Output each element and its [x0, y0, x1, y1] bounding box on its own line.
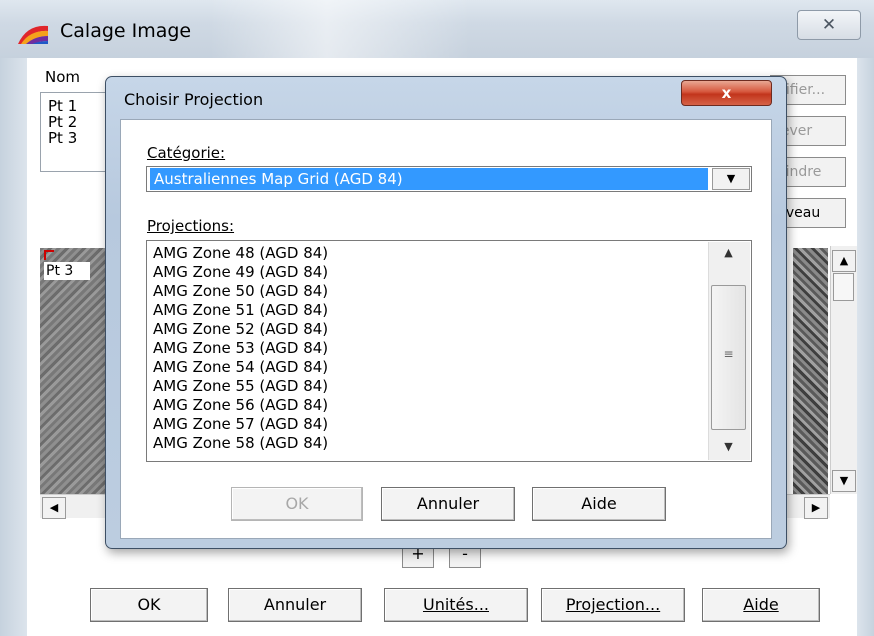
list-item[interactable]: AMG Zone 52 (AGD 84): [153, 321, 328, 337]
cancel-button[interactable]: Annuler: [228, 588, 362, 622]
title-bar-glass: [210, 0, 470, 58]
scroll-grip-icon: ≡: [723, 347, 734, 361]
ok-button[interactable]: OK: [90, 588, 208, 622]
arrow-right-icon[interactable]: ▶: [804, 497, 828, 519]
projection-label: Projection...: [565, 595, 661, 614]
list-item[interactable]: AMG Zone 56 (AGD 84): [153, 397, 328, 413]
projections-label-text: Projections:: [147, 217, 235, 235]
list-item[interactable]: Pt 3: [48, 131, 77, 146]
aerial-image-right[interactable]: [793, 248, 828, 494]
list-item[interactable]: AMG Zone 57 (AGD 84): [153, 416, 328, 432]
units-label: Unités...: [422, 595, 489, 614]
dialog-close-button[interactable]: x: [681, 80, 772, 106]
arrow-up-icon[interactable]: ▲: [832, 250, 856, 272]
point-label: Pt 3: [44, 262, 90, 280]
list-item[interactable]: AMG Zone 49 (AGD 84): [153, 264, 328, 280]
close-icon: x: [721, 84, 732, 102]
projection-button[interactable]: Projection...: [541, 588, 685, 622]
arrow-down-icon[interactable]: ▼: [832, 470, 856, 492]
help-button[interactable]: Aide: [702, 588, 820, 622]
dialog-cancel-button[interactable]: Annuler: [381, 487, 515, 521]
arrow-down-icon[interactable]: ▼: [711, 440, 746, 453]
arrow-up-icon[interactable]: ▲: [711, 246, 746, 259]
window-frame-right: [857, 58, 874, 636]
list-item[interactable]: AMG Zone 55 (AGD 84): [153, 378, 328, 394]
help-label: Aide: [743, 595, 779, 614]
aerial-image-left[interactable]: [40, 248, 112, 494]
window-frame-left: [0, 58, 27, 636]
categorie-label: Catégorie:: [147, 144, 225, 162]
list-item[interactable]: Pt 1: [48, 99, 77, 114]
dialog-ok-button[interactable]: OK: [231, 487, 363, 521]
app-logo-icon: [18, 25, 48, 44]
dialog-title: Choisir Projection: [124, 90, 264, 109]
units-button[interactable]: Unités...: [384, 588, 528, 622]
dialog-help-button[interactable]: Aide: [532, 487, 666, 521]
window-close-button[interactable]: ✕: [797, 10, 861, 40]
list-item[interactable]: AMG Zone 53 (AGD 84): [153, 340, 328, 356]
list-item[interactable]: AMG Zone 50 (AGD 84): [153, 283, 328, 299]
window-title: Calage Image: [60, 20, 192, 42]
categorie-selected-value[interactable]: Australiennes Map Grid (AGD 84): [150, 168, 708, 190]
categorie-label-text: Catégorie:: [147, 144, 226, 162]
list-item[interactable]: Pt 2: [48, 115, 77, 130]
list-item[interactable]: AMG Zone 54 (AGD 84): [153, 359, 328, 375]
point-marker-icon[interactable]: [44, 250, 54, 260]
chevron-down-icon[interactable]: ▼: [712, 168, 750, 190]
list-item[interactable]: AMG Zone 48 (AGD 84): [153, 245, 328, 261]
list-item[interactable]: AMG Zone 58 (AGD 84): [153, 435, 328, 451]
column-header-nom[interactable]: Nom: [45, 68, 80, 86]
projections-label: Projections:: [147, 217, 234, 235]
close-icon: ✕: [821, 15, 837, 35]
list-item[interactable]: AMG Zone 51 (AGD 84): [153, 302, 328, 318]
arrow-left-icon[interactable]: ◀: [42, 497, 66, 519]
vertical-scroll-thumb[interactable]: [833, 273, 854, 301]
